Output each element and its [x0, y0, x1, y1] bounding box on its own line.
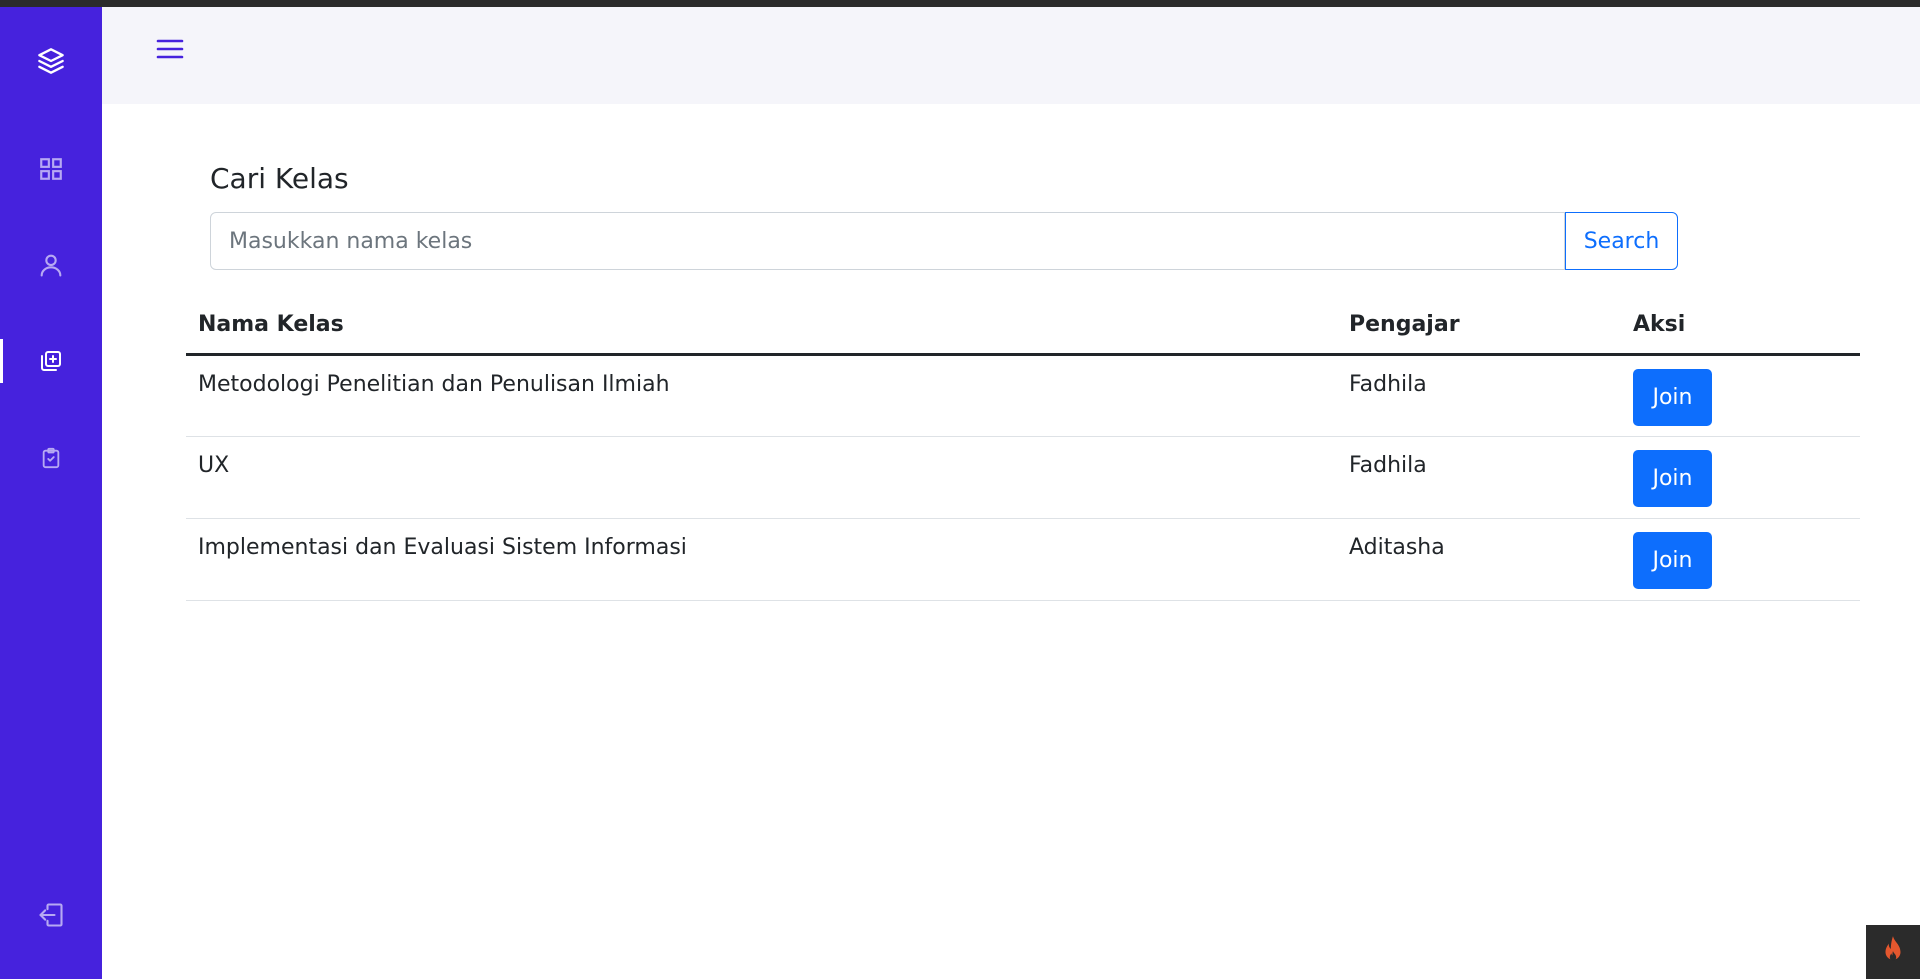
search-title: Cari Kelas [210, 162, 349, 195]
header-action: Aksi [1621, 296, 1860, 356]
sidebar-item-home[interactable] [0, 33, 102, 89]
header-class-name: Nama Kelas [186, 296, 1337, 356]
clipboard-check-icon [40, 446, 62, 470]
grid-icon [38, 156, 64, 182]
class-name-cell: Implementasi dan Evaluasi Sistem Informa… [186, 518, 1337, 601]
class-name-cell: UX [186, 436, 1337, 519]
search-button[interactable]: Search [1565, 212, 1678, 270]
logout-icon [37, 901, 65, 929]
sidebar-item-join-class[interactable] [0, 333, 102, 389]
table-row: UX Fadhila Join [186, 436, 1860, 519]
layers-icon [37, 47, 65, 75]
table-header-row: Nama Kelas Pengajar Aksi [186, 296, 1860, 356]
class-table: Nama Kelas Pengajar Aksi Metodologi Pene… [186, 296, 1860, 601]
topbar [102, 7, 1920, 104]
teacher-cell: Fadhila [1337, 354, 1621, 437]
sidebar [0, 7, 102, 979]
header-teacher: Pengajar [1337, 296, 1621, 356]
action-cell: Join [1621, 518, 1860, 601]
search-form: Search [210, 212, 1678, 270]
debug-toolbar-toggle[interactable] [1866, 925, 1920, 979]
action-cell: Join [1621, 354, 1860, 437]
class-name-cell: Metodologi Penelitian dan Penulisan Ilmi… [186, 354, 1337, 437]
sidebar-item-dashboard[interactable] [0, 141, 102, 197]
join-button[interactable]: Join [1633, 449, 1712, 507]
hamburger-icon [156, 37, 184, 65]
class-search-input[interactable] [210, 212, 1565, 270]
join-button[interactable]: Join [1633, 368, 1712, 426]
user-icon [37, 251, 65, 279]
menu-toggle-button[interactable] [154, 35, 186, 67]
table-row: Implementasi dan Evaluasi Sistem Informa… [186, 518, 1860, 601]
add-class-icon [39, 349, 63, 373]
join-button[interactable]: Join [1633, 531, 1712, 589]
teacher-cell: Aditasha [1337, 518, 1621, 601]
sidebar-item-logout[interactable] [0, 887, 102, 943]
flame-icon [1880, 935, 1906, 969]
sidebar-item-profile[interactable] [0, 237, 102, 293]
teacher-cell: Fadhila [1337, 436, 1621, 519]
sidebar-item-assignments[interactable] [0, 430, 102, 486]
browser-top-strip [0, 0, 1920, 7]
action-cell: Join [1621, 436, 1860, 519]
table-row: Metodologi Penelitian dan Penulisan Ilmi… [186, 354, 1860, 437]
main-content: Cari Kelas Search Nama Kelas Pengajar Ak… [102, 104, 1920, 979]
